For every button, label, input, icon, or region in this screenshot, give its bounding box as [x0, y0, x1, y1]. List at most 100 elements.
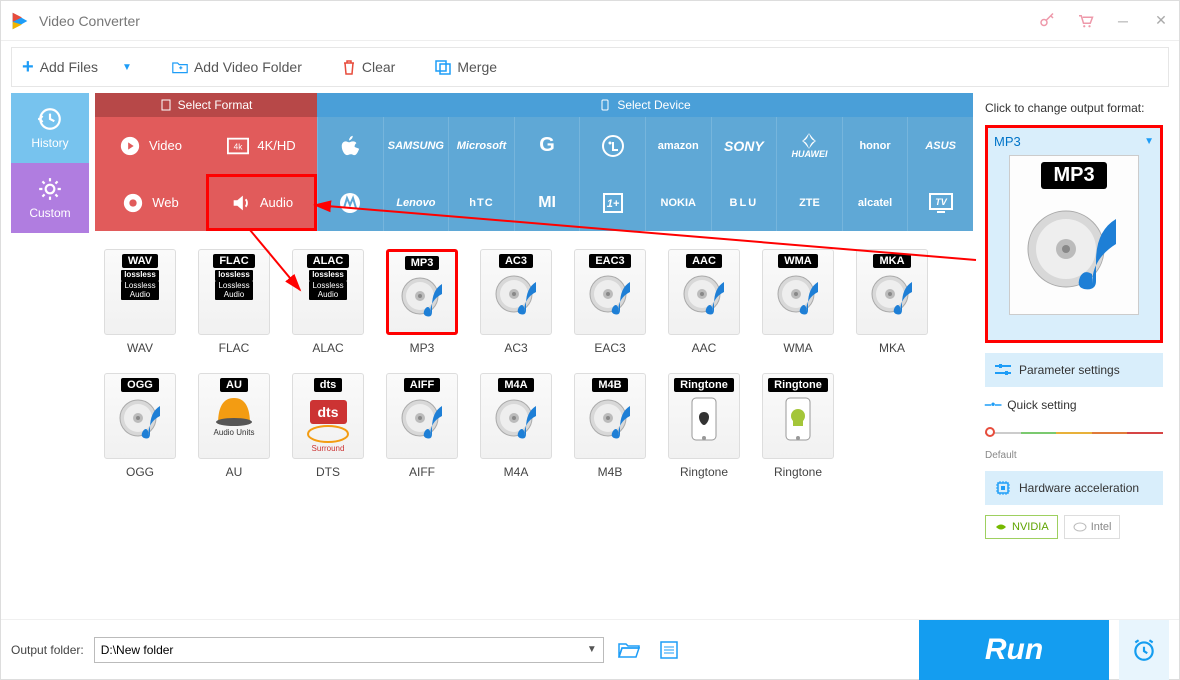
category-4khd[interactable]: 4k 4K/HD — [206, 117, 317, 174]
add-files-label: Add Files — [40, 59, 98, 75]
chevron-down-icon[interactable]: ▼ — [122, 62, 132, 73]
brand-samsung[interactable]: SAMSUNG — [383, 117, 449, 174]
format-ringtone[interactable]: RingtoneRingtone — [759, 373, 837, 479]
brand-sony[interactable]: SONY — [711, 117, 777, 174]
sidebar-history-label: History — [31, 136, 68, 150]
select-format-header: Select Format — [95, 93, 317, 117]
category-web[interactable]: Web — [95, 174, 206, 231]
sidebar-custom[interactable]: Custom — [11, 163, 89, 233]
sidebar-history[interactable]: History — [11, 93, 89, 163]
brand-blu[interactable]: BLU — [711, 174, 777, 231]
brand-honor[interactable]: honor — [842, 117, 908, 174]
chevron-down-icon[interactable]: ▼ — [1144, 136, 1154, 147]
right-panel: Click to change output format: MP3 ▼ MP3… — [979, 93, 1169, 619]
brand-tv[interactable]: TV — [907, 174, 973, 231]
brand-apple[interactable] — [317, 117, 383, 174]
format-wma[interactable]: WMAWMA — [759, 249, 837, 355]
main-toolbar: + Add Files ▼ Add Video Folder Clear Mer… — [11, 47, 1169, 87]
clear-button[interactable]: Clear — [342, 59, 395, 75]
format-m4a[interactable]: M4AM4A — [477, 373, 555, 479]
task-list-button[interactable] — [654, 637, 684, 663]
brand-nokia[interactable]: NOKIA — [645, 174, 711, 231]
brand-microsoft[interactable]: Microsoft — [448, 117, 514, 174]
brand-huawei[interactable]: HUAWEI — [776, 117, 842, 174]
app-title: Video Converter — [39, 13, 1037, 29]
format-ogg[interactable]: OGGOGG — [101, 373, 179, 479]
brand-xiaomi[interactable]: MI — [514, 174, 580, 231]
minimize-button[interactable]: ─ — [1113, 11, 1133, 31]
trash-icon — [342, 59, 356, 75]
output-folder-input[interactable]: D:\New folder ▼ — [94, 637, 604, 663]
gpu-nvidia[interactable]: NVIDIA — [985, 515, 1058, 539]
brand-amazon[interactable]: amazon — [645, 117, 711, 174]
nvidia-icon — [994, 520, 1008, 534]
bottom-bar: Output folder: D:\New folder ▼ Run — [1, 619, 1179, 679]
quick-icon: ⎯•⎯ — [985, 397, 1001, 412]
play-circle-icon — [119, 135, 141, 157]
format-ac3[interactable]: AC3AC3 — [477, 249, 555, 355]
format-flac[interactable]: FLAClosslessLosslessAudioFLAC — [195, 249, 273, 355]
format-aac[interactable]: AACAAC — [665, 249, 743, 355]
change-format-label: Click to change output format: — [985, 101, 1163, 115]
disc-note-icon — [1024, 189, 1124, 299]
format-alac[interactable]: ALAClosslessLosslessAudioALAC — [289, 249, 367, 355]
slider-default-label: Default — [985, 450, 1163, 461]
brand-htc[interactable]: hTC — [448, 174, 514, 231]
quality-slider[interactable] — [985, 426, 1163, 440]
quick-setting-label: Quick setting — [1007, 398, 1076, 412]
chrome-icon — [122, 192, 144, 214]
key-icon[interactable] — [1037, 11, 1057, 31]
titlebar: Video Converter ─ ✕ — [1, 1, 1179, 41]
brand-motorola[interactable] — [317, 174, 383, 231]
brand-google[interactable]: G — [514, 117, 580, 174]
output-code-label: MP3 — [994, 134, 1021, 149]
output-format-tile: MP3 — [1009, 155, 1139, 315]
brand-lg[interactable] — [579, 117, 645, 174]
svg-text:TV: TV — [935, 197, 947, 207]
format-mka[interactable]: MKAMKA — [853, 249, 931, 355]
select-device-header: Select Device — [317, 93, 973, 117]
merge-button[interactable]: Merge — [435, 59, 497, 75]
brand-zte[interactable]: ZTE — [776, 174, 842, 231]
add-folder-button[interactable]: Add Video Folder — [172, 59, 302, 75]
speaker-icon — [230, 192, 252, 214]
brand-lenovo[interactable]: Lenovo — [383, 174, 449, 231]
chevron-down-icon[interactable]: ▼ — [587, 644, 597, 655]
output-format-box[interactable]: MP3 ▼ MP3 — [985, 125, 1163, 343]
format-ringtone[interactable]: RingtoneRingtone — [665, 373, 743, 479]
close-button[interactable]: ✕ — [1151, 11, 1171, 31]
format-mp3[interactable]: MP3MP3 — [383, 249, 461, 355]
sidebar-custom-label: Custom — [29, 206, 70, 220]
brand-alcatel[interactable]: alcatel — [842, 174, 908, 231]
format-wav[interactable]: WAVlosslessLosslessAudioWAV — [101, 249, 179, 355]
open-folder-button[interactable] — [614, 637, 644, 663]
format-au[interactable]: AUAudio UnitsAU — [195, 373, 273, 479]
folder-plus-icon — [172, 60, 188, 74]
format-grid: WAVlosslessLosslessAudioWAVFLAClosslessL… — [95, 231, 973, 619]
chip-icon — [995, 480, 1011, 496]
output-folder-value: D:\New folder — [101, 643, 174, 657]
category-video[interactable]: Video — [95, 117, 206, 174]
format-dts[interactable]: dtsdtsSurroundDTS — [289, 373, 367, 479]
device-icon — [599, 99, 611, 111]
format-aiff[interactable]: AIFFAIFF — [383, 373, 461, 479]
add-files-button[interactable]: + Add Files ▼ — [22, 56, 132, 79]
plus-icon: + — [22, 56, 34, 79]
app-logo-icon — [9, 10, 31, 32]
category-audio[interactable]: Audio — [206, 174, 317, 231]
schedule-button[interactable] — [1119, 620, 1169, 680]
format-m4b[interactable]: M4BM4B — [571, 373, 649, 479]
add-folder-label: Add Video Folder — [194, 59, 302, 75]
parameter-settings-button[interactable]: Parameter settings — [985, 353, 1163, 387]
format-eac3[interactable]: EAC3EAC3 — [571, 249, 649, 355]
hardware-accel-label: Hardware acceleration — [1019, 481, 1139, 495]
sliders-icon — [995, 363, 1011, 377]
gpu-intel[interactable]: Intel — [1064, 515, 1121, 539]
hardware-accel-button[interactable]: Hardware acceleration — [985, 471, 1163, 505]
run-button[interactable]: Run — [919, 620, 1109, 680]
brand-oneplus[interactable]: 1+ — [579, 174, 645, 231]
parameter-settings-label: Parameter settings — [1019, 363, 1120, 377]
brand-asus[interactable]: ASUS — [907, 117, 973, 174]
svg-text:1+: 1+ — [606, 198, 619, 210]
cart-icon[interactable] — [1075, 11, 1095, 31]
